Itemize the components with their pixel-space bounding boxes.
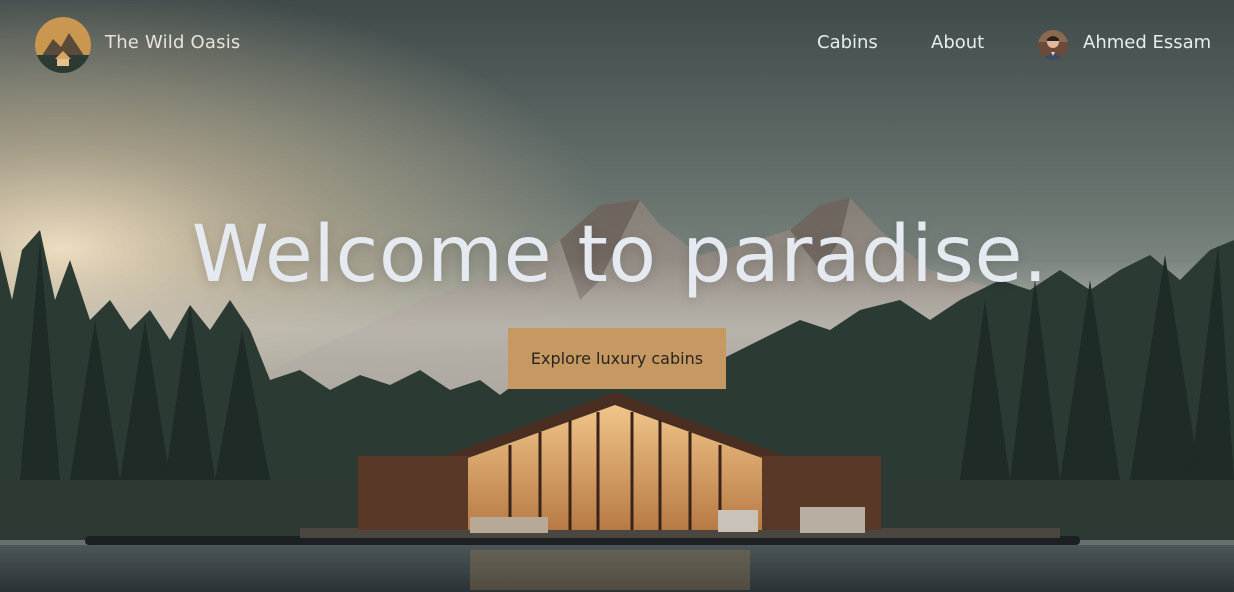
user-name[interactable]: Ahmed Essam [1083,32,1211,53]
nav-link-cabins[interactable]: Cabins [817,32,878,53]
user-avatar[interactable] [1038,30,1068,60]
explore-cabins-button[interactable]: Explore luxury cabins [508,328,726,389]
hero-headline: Welcome to paradise. [191,210,1049,300]
wild-oasis-logo[interactable] [35,17,91,73]
top-navigation: The Wild Oasis Cabins About Ahmed Essam [0,0,1234,90]
nav-link-about[interactable]: About [931,32,984,53]
brand-name[interactable]: The Wild Oasis [105,32,241,53]
